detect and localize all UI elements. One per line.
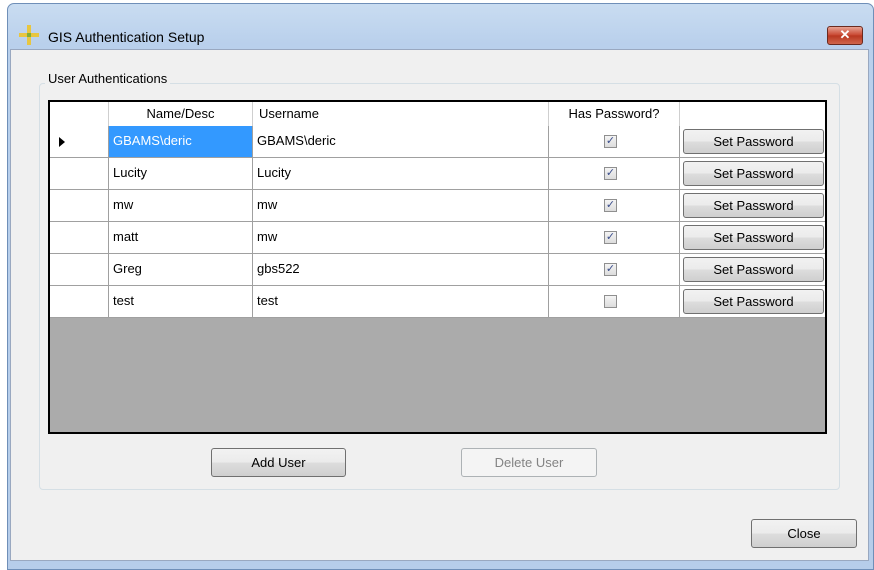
has-password-checkbox[interactable]: ✓ (604, 231, 617, 244)
users-grid[interactable]: Name/Desc Username Has Password? GBAMS\d… (48, 100, 827, 434)
cell-name[interactable]: matt (109, 222, 253, 254)
cell-username[interactable]: Lucity (253, 158, 549, 190)
set-password-button[interactable]: Set Password (683, 161, 824, 186)
cell-action: Set Password (680, 126, 825, 158)
cell-username[interactable]: test (253, 286, 549, 318)
cell-name-text: GBAMS\deric (113, 133, 192, 148)
cell-has-password: ✓ (549, 158, 680, 190)
cell-name[interactable]: mw (109, 190, 253, 222)
cell-has-password (549, 286, 680, 318)
cell-name-text: Lucity (113, 165, 147, 180)
cell-has-password: ✓ (549, 254, 680, 286)
column-header-has-password[interactable]: Has Password? (549, 102, 680, 126)
row-header[interactable] (50, 254, 109, 286)
dialog-window: GIS Authentication Setup ✕ User Authenti… (7, 3, 874, 570)
column-header-action (680, 102, 825, 126)
column-header-username-label: Username (259, 106, 319, 121)
cell-action: Set Password (680, 190, 825, 222)
cell-username-text: gbs522 (257, 261, 300, 276)
cell-username-text: mw (257, 197, 278, 212)
cell-name[interactable]: GBAMS\deric (109, 126, 253, 158)
cell-username[interactable]: mw (253, 222, 549, 254)
group-label: User Authentications (45, 71, 171, 86)
cell-action: Set Password (680, 222, 825, 254)
cell-has-password: ✓ (549, 126, 680, 158)
cell-username[interactable]: gbs522 (253, 254, 549, 286)
cell-has-password: ✓ (549, 190, 680, 222)
column-header-username[interactable]: Username (253, 102, 549, 126)
has-password-checkbox[interactable] (604, 295, 617, 308)
cell-action: Set Password (680, 254, 825, 286)
cell-username-text: Lucity (257, 165, 291, 180)
cell-name-text: mw (113, 197, 134, 212)
dialog-client-area: User Authentications Name/Desc Username … (10, 49, 869, 561)
cell-username[interactable]: GBAMS\deric (253, 126, 549, 158)
has-password-checkbox[interactable]: ✓ (604, 135, 617, 148)
cell-username-text: test (257, 293, 278, 308)
set-password-button[interactable]: Set Password (683, 129, 824, 154)
cell-name[interactable]: test (109, 286, 253, 318)
current-row-arrow-icon (59, 137, 65, 147)
has-password-checkbox[interactable]: ✓ (604, 167, 617, 180)
has-password-checkbox[interactable]: ✓ (604, 263, 617, 276)
grid-corner-header (50, 102, 109, 126)
column-header-has-password-label: Has Password? (568, 106, 660, 121)
cell-name[interactable]: Lucity (109, 158, 253, 190)
delete-user-button[interactable]: Delete User (461, 448, 597, 477)
row-header[interactable] (50, 190, 109, 222)
row-header[interactable] (50, 158, 109, 190)
column-header-name-label: Name/Desc (146, 106, 215, 121)
cell-username[interactable]: mw (253, 190, 549, 222)
cell-action: Set Password (680, 158, 825, 190)
window-close-button[interactable]: ✕ (827, 26, 863, 45)
set-password-button[interactable]: Set Password (683, 257, 824, 282)
set-password-button[interactable]: Set Password (683, 225, 824, 250)
cell-name[interactable]: Greg (109, 254, 253, 286)
row-header[interactable] (50, 126, 109, 158)
set-password-button[interactable]: Set Password (683, 289, 824, 314)
set-password-button[interactable]: Set Password (683, 193, 824, 218)
cell-action: Set Password (680, 286, 825, 318)
row-header[interactable] (50, 286, 109, 318)
column-header-name[interactable]: Name/Desc (109, 102, 253, 126)
add-user-button[interactable]: Add User (211, 448, 346, 477)
cell-username-text: GBAMS\deric (257, 133, 336, 148)
row-header[interactable] (50, 222, 109, 254)
window-title: GIS Authentication Setup (48, 29, 205, 45)
close-button[interactable]: Close (751, 519, 857, 548)
cell-has-password: ✓ (549, 222, 680, 254)
cell-name-text: Greg (113, 261, 142, 276)
has-password-checkbox[interactable]: ✓ (604, 199, 617, 212)
title-bar[interactable]: GIS Authentication Setup ✕ (8, 4, 873, 49)
cell-name-text: test (113, 293, 134, 308)
cell-name-text: matt (113, 229, 139, 244)
cell-username-text: mw (257, 229, 278, 244)
app-icon (19, 25, 39, 45)
